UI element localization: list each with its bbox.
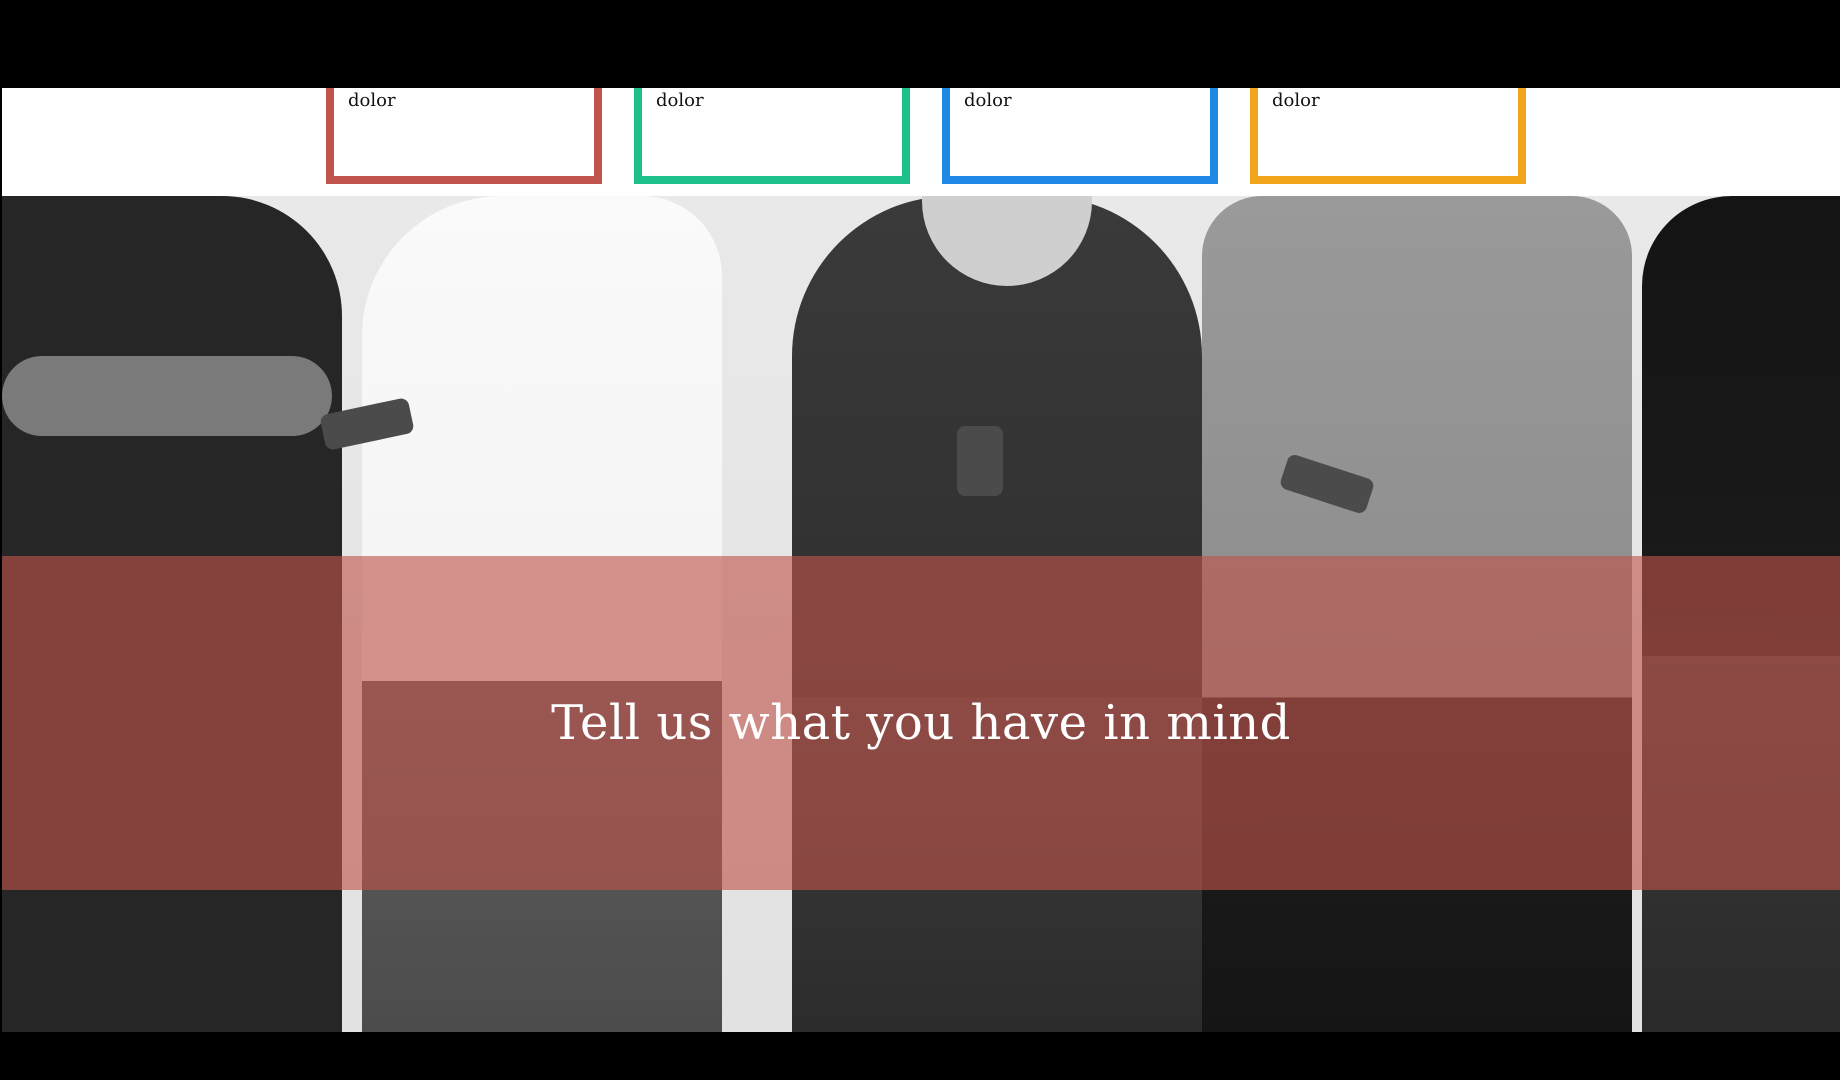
tattooed-arm-shape (2, 356, 332, 436)
hero-banner-overlay: Tell us what you have in mind (2, 556, 1840, 890)
card-label: dolor (656, 90, 704, 111)
card-3[interactable]: dolor (942, 88, 1218, 184)
card-2[interactable]: dolor (634, 88, 910, 184)
hero-headline: Tell us what you have in mind (551, 695, 1291, 751)
card-strip: dolor dolor dolor dolor (2, 88, 1840, 196)
page-viewport: dolor dolor dolor dolor Tell us what you… (2, 88, 1840, 1032)
card-4[interactable]: dolor (1250, 88, 1526, 184)
card-label: dolor (348, 90, 396, 111)
card-label: dolor (1272, 90, 1320, 111)
top-black-bar (0, 0, 1840, 88)
card-1[interactable]: dolor (326, 88, 602, 184)
hero-section: Tell us what you have in mind (2, 196, 1840, 1032)
phone-shape (957, 426, 1003, 496)
bottom-black-bar (0, 1032, 1840, 1080)
card-label: dolor (964, 90, 1012, 111)
